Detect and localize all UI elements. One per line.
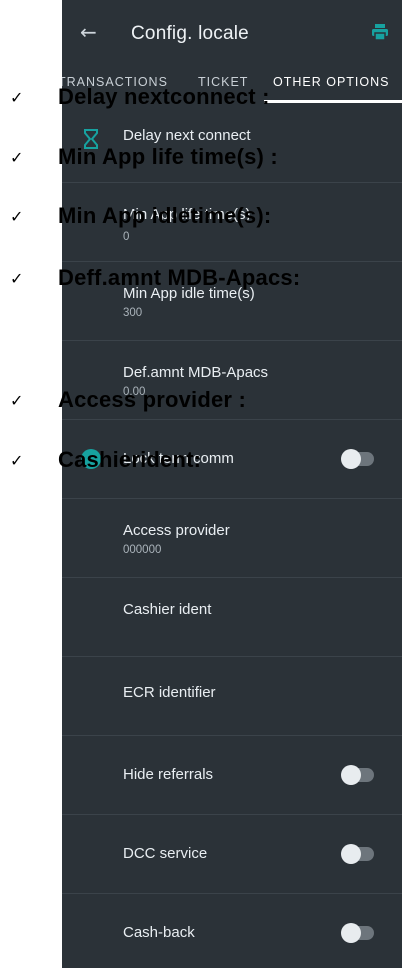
annotation-cashier-ident: ✓ Cashierident: [0, 445, 402, 475]
app-bar: ← Config. locale [62, 0, 402, 66]
annotation-label: Cashierident: [58, 447, 202, 472]
checkmark-icon: ✓ [10, 391, 24, 410]
back-arrow-icon[interactable]: ← [80, 20, 104, 44]
setting-title: ECR identifier [123, 684, 216, 701]
annotation-label: Deff.amnt MDB-Apacs: [58, 265, 301, 290]
checkmark-icon: ✓ [10, 207, 24, 226]
dcc-service-toggle[interactable] [341, 844, 374, 864]
annotation-min-app-idle-time: ✓ Min App idletime(s): [0, 201, 402, 231]
setting-value: 300 [123, 307, 143, 319]
checkmark-icon: ✓ [10, 148, 24, 167]
setting-value: 0 [123, 231, 130, 243]
checkmark-icon: ✓ [10, 269, 24, 288]
annotation-label: Access provider : [58, 387, 247, 412]
checkmark-icon: ✓ [10, 451, 24, 470]
settings-list: Delay next connect Min App life time(s) … [62, 104, 402, 968]
setting-title: Cashier ident [123, 601, 212, 618]
printer-icon[interactable] [370, 22, 390, 42]
checkmark-icon: ✓ [10, 88, 24, 107]
setting-cash-back[interactable]: Cash-back [62, 894, 402, 968]
annotation-label: Min App life time(s) : [58, 144, 278, 169]
setting-dcc-service[interactable]: DCC service [62, 815, 402, 894]
setting-access-provider[interactable]: Access provider 000000 [62, 499, 402, 578]
annotation-delay-next-connect: ✓ Delay nextconnect : [0, 82, 402, 112]
setting-value: 000000 [123, 544, 162, 556]
setting-cashier-ident[interactable]: Cashier ident [62, 578, 402, 657]
setting-hide-referrals[interactable]: Hide referrals [62, 736, 402, 815]
setting-title: Def.amnt MDB-Apacs [123, 364, 269, 381]
cash-back-toggle[interactable] [341, 923, 374, 943]
setting-title: Cash-back [123, 924, 195, 941]
setting-title: Hide referrals [123, 766, 214, 783]
setting-title: Access provider [123, 522, 230, 539]
setting-ecr-identifier[interactable]: ECR identifier [62, 657, 402, 736]
annotation-def-amnt-mdb-apacs: ✓ Deff.amnt MDB-Apacs: [0, 263, 402, 293]
annotation-label: Delay nextconnect : [58, 84, 270, 109]
page-title: Config. locale [131, 23, 249, 44]
setting-title: DCC service [123, 845, 208, 862]
annotation-access-provider: ✓ Access provider : [0, 385, 402, 415]
hide-referrals-toggle[interactable] [341, 765, 374, 785]
annotation-min-app-life-time: ✓ Min App life time(s) : [0, 142, 402, 172]
annotation-label: Min App idletime(s): [58, 203, 272, 228]
